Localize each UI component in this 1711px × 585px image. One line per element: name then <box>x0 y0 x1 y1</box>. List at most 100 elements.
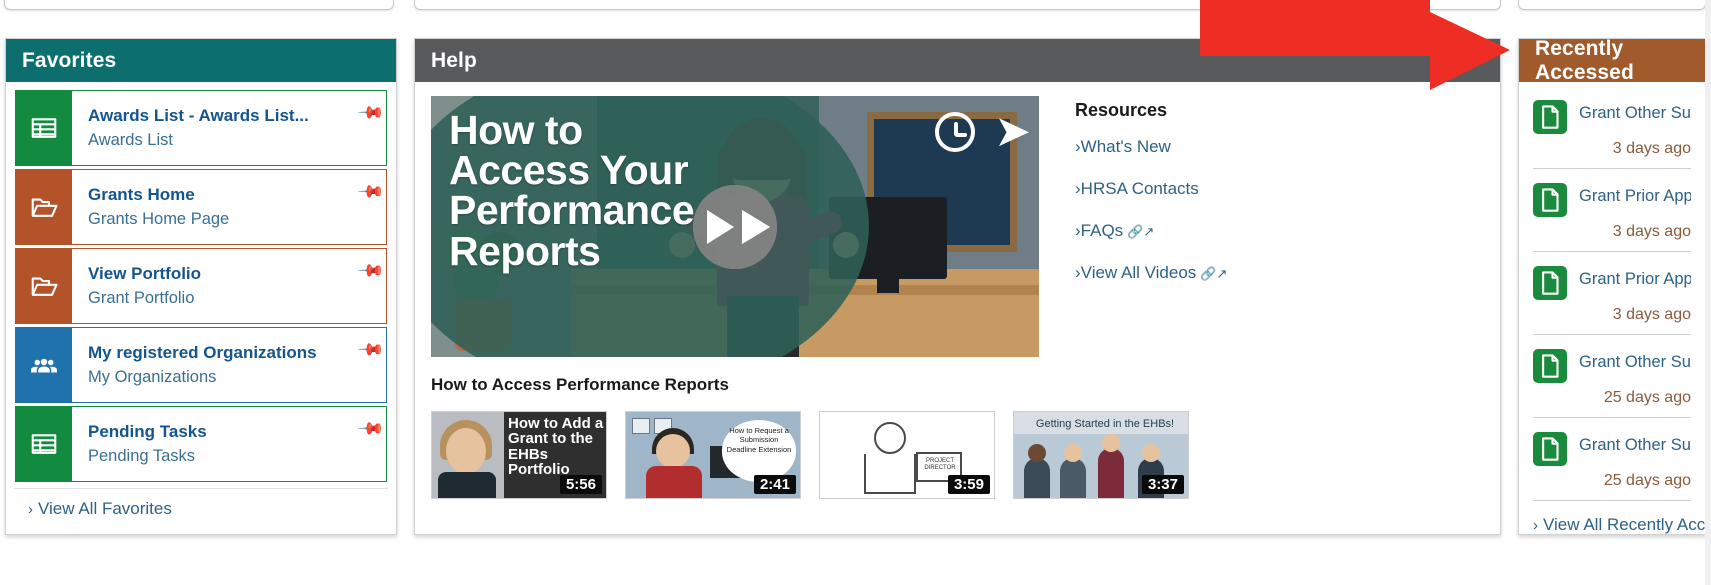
resource-link-hrsa-contacts[interactable]: ›HRSA Contacts <box>1075 179 1484 199</box>
pin-icon[interactable]: 📌 <box>356 249 386 323</box>
recently-accessed-row: Grant Other Submissions - Sl... <box>1533 432 1691 466</box>
recently-accessed-item[interactable]: Grant Prior Approvals - Other... 3 days a… <box>1533 169 1691 252</box>
favorite-item[interactable]: Grants Home Grants Home Page 📌 <box>15 169 387 245</box>
favorite-item[interactable]: Pending Tasks Pending Tasks 📌 <box>15 406 387 482</box>
chevron-right-icon: › <box>1533 517 1538 534</box>
pin-icon[interactable]: 📌 <box>356 328 386 402</box>
video-caption: How to Access Performance Reports <box>431 375 729 394</box>
document-icon <box>1542 271 1559 295</box>
favorites-footer: › View All Favorites <box>14 488 388 519</box>
recently-accessed-item-name[interactable]: Grant Other Submissions - Fi... <box>1579 349 1691 373</box>
thumb-person-body <box>438 472 496 498</box>
video-duration-badge: 3:59 <box>947 475 990 494</box>
favorite-item[interactable]: Awards List - Awards List... Awards List 📌 <box>15 90 387 166</box>
thumb-person-face <box>656 434 690 468</box>
top-panel-edges <box>0 0 1711 32</box>
top-panel-edge-left <box>4 0 394 10</box>
recently-accessed-item-time: 3 days ago <box>1612 306 1691 323</box>
recently-accessed-item[interactable]: Grant Other Submissions - Sl... 25 days a… <box>1533 418 1691 501</box>
video-player[interactable]: How to Access Your Performance Reports ➤ <box>431 96 1039 357</box>
favorite-item-subtitle: Grant Portfolio <box>88 288 195 307</box>
help-panel: Help How to Access Your Performance Repo… <box>414 38 1501 535</box>
thumb-person-head <box>1028 444 1046 462</box>
favorite-item-body: View Portfolio Grant Portfolio <box>72 249 356 323</box>
resource-link-what-s-new[interactable]: ›What's New <box>1075 137 1484 157</box>
top-panel-edge-right <box>1518 0 1706 10</box>
video-thumbnail[interactable]: Getting Started in the EHBs! 3:37 <box>1013 411 1189 499</box>
recently-accessed-item-name[interactable]: Grant Other Submissions - Sl... <box>1579 432 1691 456</box>
document-icon <box>1542 188 1559 212</box>
pin-glyph: 📌 <box>357 414 386 443</box>
document-icon-tile <box>1533 432 1567 466</box>
recently-accessed-panel: Recently Accessed Grant Other Submission… <box>1518 37 1711 535</box>
recently-accessed-item-name[interactable]: Grant Other Submissions - Q... <box>1579 100 1691 124</box>
favorite-item-title: Awards List - Awards List... <box>88 105 309 125</box>
thumb-person-head <box>1142 444 1160 462</box>
recently-accessed-item-time: 3 days ago <box>1612 223 1691 240</box>
external-link-icon: 🔗↗ <box>1127 224 1155 239</box>
open-folder-icon <box>31 277 58 296</box>
document-icon <box>1542 105 1559 129</box>
pin-icon[interactable]: 📌 <box>356 407 386 481</box>
thumb-sketch-body <box>864 454 916 494</box>
pin-icon[interactable]: 📌 <box>356 170 386 244</box>
favorite-item-body: Awards List - Awards List... Awards List <box>72 91 356 165</box>
video-duration-badge: 3:37 <box>1141 475 1184 494</box>
resource-link-faqs[interactable]: ›FAQs 🔗↗ <box>1075 221 1484 241</box>
play-triangle-icon <box>707 209 734 244</box>
thumb-person-head <box>1064 444 1082 462</box>
resources-column: Resources ›What's New ›HRSA Contacts ›FAQs… <box>1039 96 1484 395</box>
resources-title: Resources <box>1075 100 1168 120</box>
clock-icon[interactable] <box>935 112 975 152</box>
document-icon <box>1542 354 1559 378</box>
document-icon-tile <box>1533 349 1567 383</box>
chevron-right-icon: › <box>28 501 33 518</box>
video-title-line: Access Your <box>449 147 689 194</box>
favorite-item-title: Pending Tasks <box>88 421 207 441</box>
recently-accessed-item-name[interactable]: Grant Prior Approvals - Track... <box>1579 266 1691 290</box>
favorite-item-title: Grants Home <box>88 184 195 204</box>
people-group-icon <box>31 358 57 373</box>
view-all-favorites-label: View All Favorites <box>38 499 172 518</box>
recently-accessed-header: Recently Accessed <box>1519 37 1705 84</box>
thumb-wall-frame <box>632 418 650 434</box>
video-thumbnail[interactable]: How to Request a Submission Deadline Ext… <box>625 411 801 499</box>
pin-glyph: 📌 <box>357 98 386 127</box>
play-button[interactable] <box>693 184 777 269</box>
recently-accessed-item-name[interactable]: Grant Prior Approvals - Other... <box>1579 183 1691 207</box>
favorite-item[interactable]: View Portfolio Grant Portfolio 📌 <box>15 248 387 324</box>
recently-accessed-footer: › View All Recently Accessed <box>1519 501 1711 535</box>
resource-link-label: View All Videos <box>1080 263 1197 282</box>
recently-accessed-item[interactable]: Grant Other Submissions - Q... 3 days ago <box>1533 86 1691 169</box>
table-list-icon <box>31 434 57 454</box>
pin-icon[interactable]: 📌 <box>356 91 386 165</box>
help-header: Help <box>415 39 1500 82</box>
recently-accessed-item[interactable]: Grant Prior Approvals - Track... 3 days a… <box>1533 252 1691 335</box>
view-all-favorites-link[interactable]: › View All Favorites <box>28 499 172 518</box>
page-scrollbar[interactable] <box>1705 0 1711 585</box>
resource-link-view-all-videos[interactable]: ›View All Videos 🔗↗ <box>1075 263 1484 283</box>
thumb-overlay-text: Getting Started in the EHBs! <box>1035 418 1175 430</box>
recently-accessed-item-time: 25 days ago <box>1603 472 1691 489</box>
video-thumbnail[interactable]: PROJECT DIRECTOR 3:59 <box>819 411 995 499</box>
thumb-overlay-text: How to Request a Submission Deadline Ext… <box>726 426 792 454</box>
document-icon-tile <box>1533 100 1567 134</box>
recently-accessed-item[interactable]: Grant Other Submissions - Fi... 25 days a… <box>1533 335 1691 418</box>
favorite-item-icon-tile <box>16 407 72 481</box>
share-icon[interactable]: ➤ <box>994 110 1031 154</box>
help-body: How to Access Your Performance Reports ➤ Ho… <box>415 82 1500 395</box>
favorites-panel: Favorites Awards List - Awards List... Aw… <box>5 38 397 535</box>
external-link-icon: 🔗↗ <box>1200 266 1228 281</box>
favorite-item[interactable]: My registered Organizations My Organizati… <box>15 327 387 403</box>
favorite-item-subtitle: Grants Home Page <box>88 209 230 228</box>
recently-accessed-row: Grant Prior Approvals - Other... <box>1533 183 1691 217</box>
thumb-person-face <box>446 428 486 474</box>
video-monitor-stand <box>877 277 899 293</box>
view-all-recently-accessed-link[interactable]: › View All Recently Accessed <box>1533 515 1711 534</box>
document-icon <box>1542 437 1559 461</box>
video-thumbnail[interactable]: How to Add a Grant to the EHBs Portfolio… <box>431 411 607 499</box>
video-title-line: How to <box>449 107 583 153</box>
pin-glyph: 📌 <box>357 335 386 364</box>
favorite-item-body: Grants Home Grants Home Page <box>72 170 356 244</box>
favorite-item-title: My registered Organizations <box>88 342 317 362</box>
